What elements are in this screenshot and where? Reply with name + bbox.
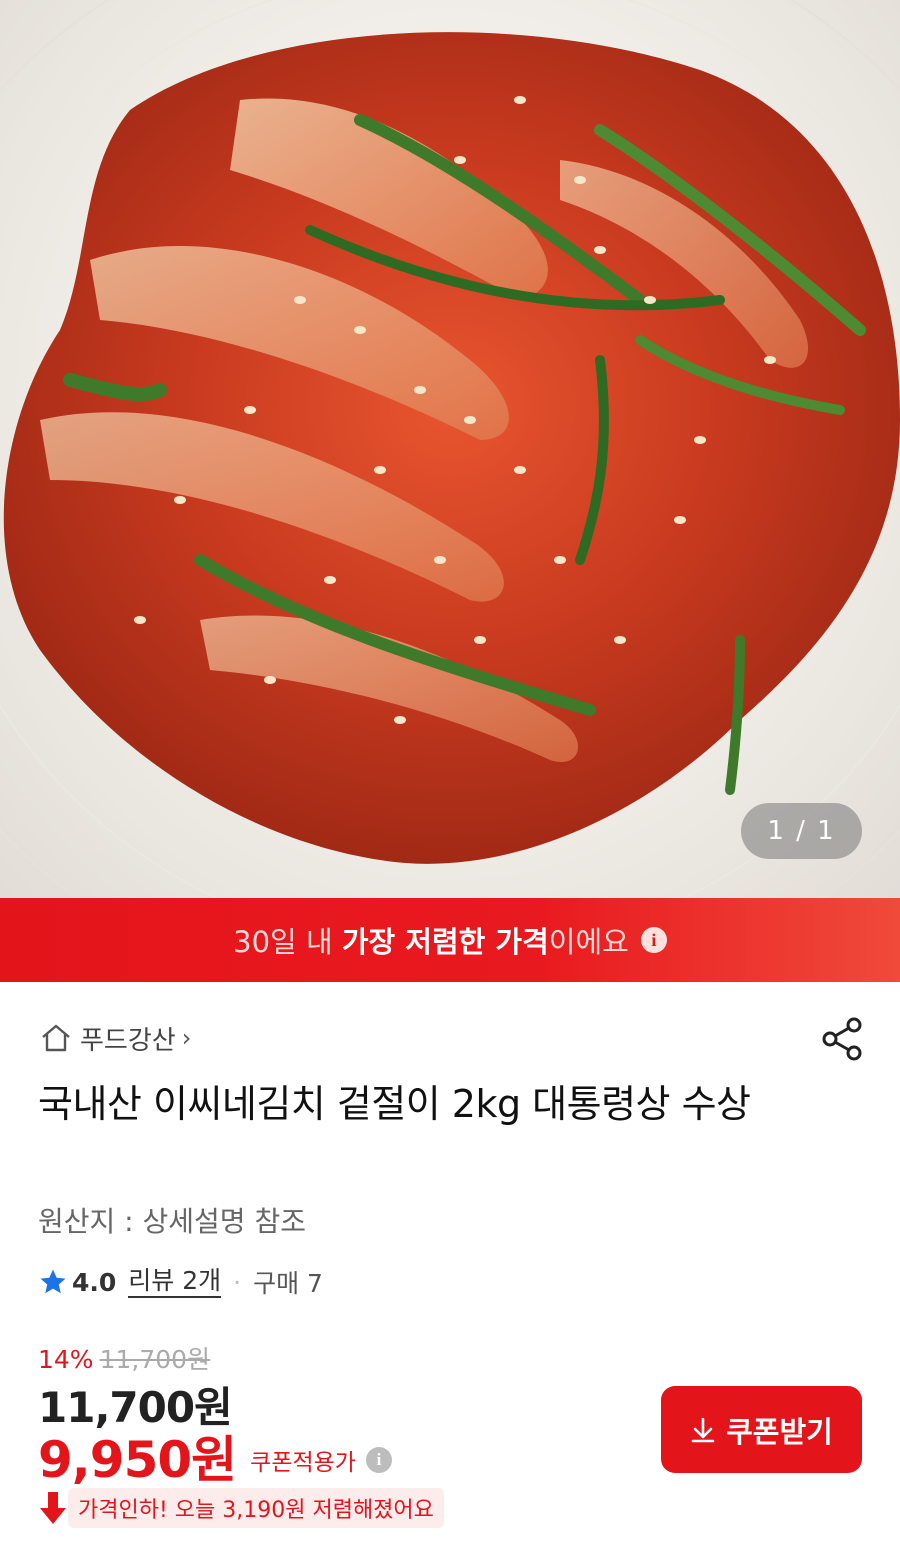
star-icon: [40, 1269, 66, 1294]
coupon-price-row: 9,950원 쿠폰적용가 i: [38, 1420, 392, 1492]
info-icon[interactable]: i: [365, 1447, 392, 1473]
original-price: 11,700원: [99, 1345, 211, 1374]
purchase-count: 구매 7: [253, 1269, 323, 1298]
home-icon: [42, 1024, 70, 1052]
rating-row: 4.0 리뷰 2개 · 구매 7: [38, 1262, 323, 1302]
banner-suffix: 이에요: [548, 925, 629, 959]
coupon-price-label: 쿠폰적용가: [250, 1450, 356, 1476]
image-pager-indicator: 1 / 1: [741, 803, 862, 859]
price-drop-text: 가격인하! 오늘 3,190원 저렴해졌어요: [68, 1488, 444, 1528]
banner-prefix: 30일 내: [233, 925, 333, 959]
share-icon[interactable]: [820, 1016, 866, 1062]
download-icon: [691, 1417, 715, 1442]
kimchi-photo: [0, 0, 900, 898]
banner-highlight: 가장 저렴한 가격: [341, 925, 549, 959]
store-link[interactable]: 푸드강산 ›: [40, 1018, 191, 1058]
store-name: 푸드강산: [80, 1025, 176, 1056]
discount-percent: 14%: [38, 1345, 94, 1374]
arrow-down-icon: [40, 1492, 66, 1524]
info-icon[interactable]: i: [640, 927, 667, 953]
origin-info: 원산지 : 상세설명 참조: [38, 1205, 306, 1238]
lowest-price-banner[interactable]: 30일 내 가장 저렴한 가격 이에요 i: [0, 898, 900, 982]
product-title: 국내산 이씨네김치 겉절이 2kg 대통령상 수상: [38, 1082, 751, 1126]
get-coupon-button[interactable]: 쿠폰받기: [661, 1386, 862, 1473]
product-image-gallery[interactable]: 1 / 1: [0, 0, 900, 898]
divider: ·: [233, 1267, 242, 1297]
review-link[interactable]: 리뷰 2개: [128, 1266, 222, 1298]
discount-row: 14% 11,700원: [38, 1340, 210, 1376]
chevron-right-icon: ›: [181, 1024, 192, 1052]
rating-score: 4.0: [72, 1267, 117, 1297]
coupon-button-label: 쿠폰받기: [726, 1416, 833, 1449]
coupon-price: 9,950원: [38, 1431, 237, 1489]
price-drop-notice: 가격인하! 오늘 3,190원 저렴해졌어요: [38, 1488, 444, 1528]
